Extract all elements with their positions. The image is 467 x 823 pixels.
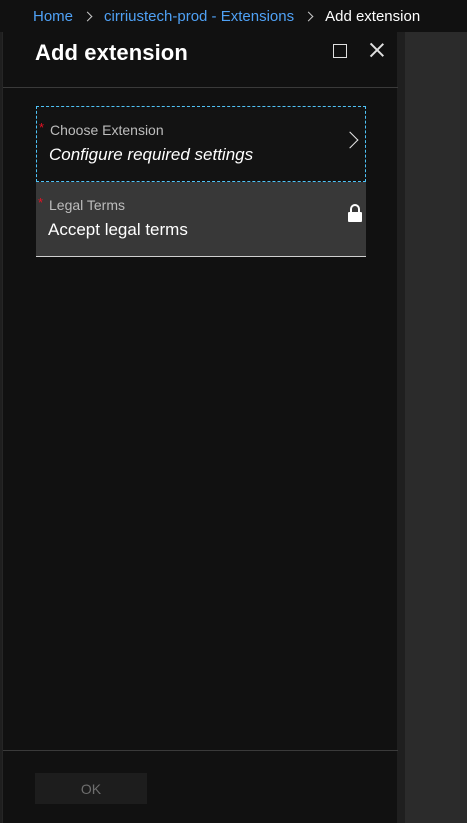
blade-header: Add extension [3, 32, 398, 88]
background-blade [397, 32, 467, 823]
choose-extension-selector[interactable]: * Choose Extension Configure required se… [36, 106, 366, 182]
add-extension-blade: Add extension * Choose Extension Configu… [2, 32, 398, 823]
maximize-button[interactable] [331, 42, 349, 60]
maximize-icon [333, 44, 347, 58]
lock-icon [348, 204, 362, 222]
chevron-right-icon [341, 131, 359, 149]
chevron-right-icon [82, 11, 93, 21]
breadcrumb: Home cirriustech-prod - Extensions Add e… [0, 0, 467, 32]
blade-title: Add extension [35, 40, 188, 65]
ok-button[interactable]: OK [35, 773, 147, 804]
blade-shadow [397, 32, 405, 823]
chevron-right-icon [303, 11, 314, 21]
required-indicator: * [38, 195, 44, 210]
blade-footer: OK [3, 750, 398, 823]
choose-extension-value: Configure required settings [49, 145, 254, 164]
choose-extension-label: Choose Extension [50, 122, 164, 138]
legal-terms-selector[interactable]: * Legal Terms Accept legal terms [36, 182, 366, 257]
close-button[interactable] [367, 40, 387, 60]
breadcrumb-home-link[interactable]: Home [33, 8, 73, 25]
azure-portal-page: Home cirriustech-prod - Extensions Add e… [0, 0, 467, 823]
required-indicator: * [39, 120, 45, 135]
legal-terms-value: Accept legal terms [48, 220, 188, 239]
breadcrumb-current: Add extension [325, 7, 421, 25]
legal-terms-label: Legal Terms [49, 197, 126, 213]
breadcrumb-extensions-link[interactable]: cirriustech-prod - Extensions [104, 8, 294, 25]
